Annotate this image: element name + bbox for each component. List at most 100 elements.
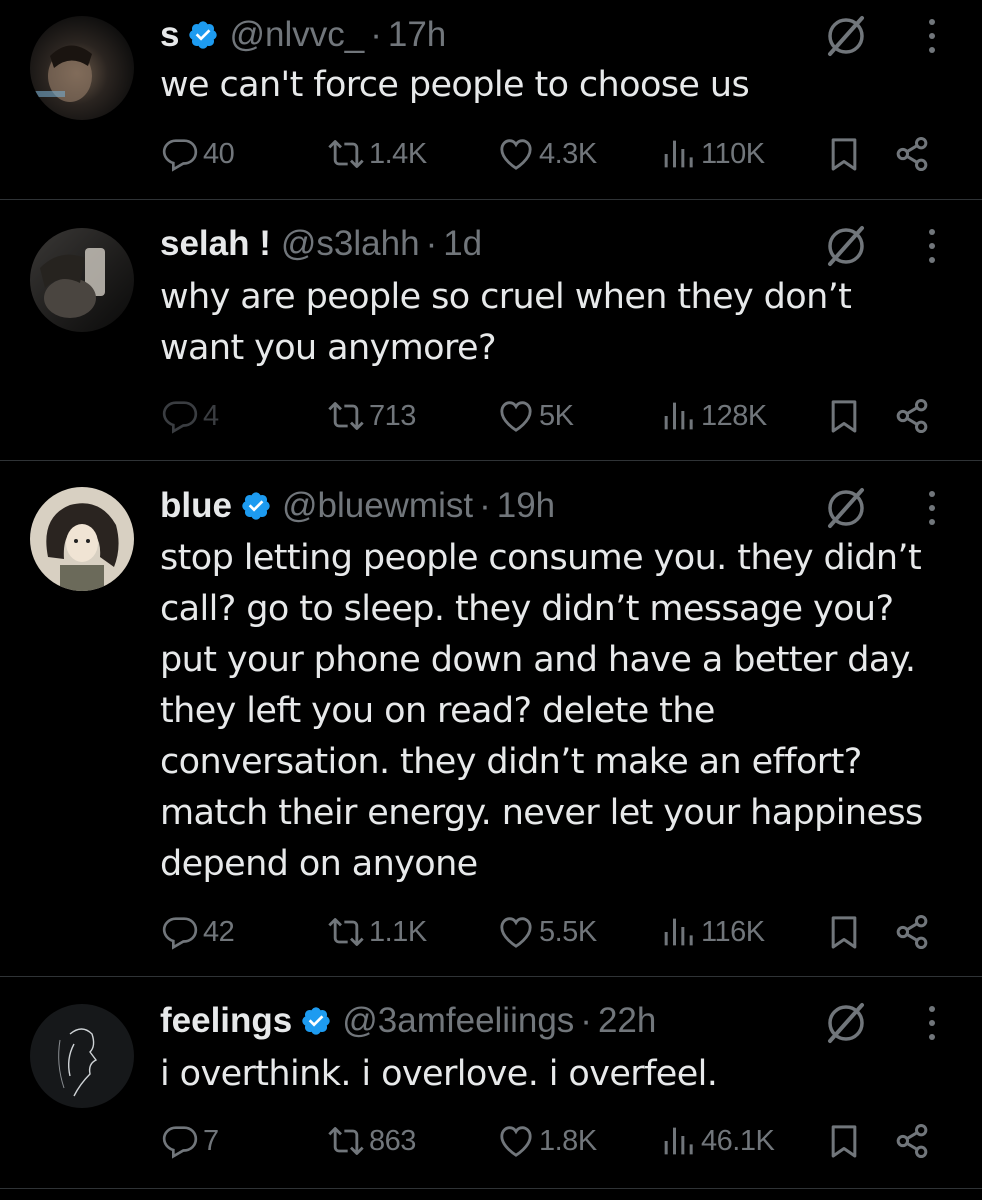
handle[interactable]: @s3lahh [281,224,420,264]
reply-button[interactable]: 4 [160,386,219,446]
share-icon[interactable] [892,912,932,952]
bookmark-icon[interactable] [824,912,864,952]
tweet-text-line: i overthink. i overlove. i overfeel. [160,1054,718,1094]
more-icon[interactable] [920,218,944,274]
tweet-text: we can't force people to choose us [160,60,950,111]
reply-icon [162,917,198,950]
tweet[interactable]: blue @bluewmist · 19h stop letting peopl… [0,461,982,977]
action-bar: 7 863 1.8K 46.1K [160,1111,950,1171]
views-icon [664,918,693,946]
like-count: 1.8K [539,1124,597,1157]
avatar[interactable] [30,487,134,591]
repost-button[interactable]: 863 [326,1111,416,1171]
display-name[interactable]: s [160,15,179,55]
reply-button[interactable]: 7 [160,1111,219,1171]
tweet[interactable]: selah ! @s3lahh · 1d why are people so c… [0,200,982,461]
tweet-text-line: put your phone down and have a better da… [160,640,916,680]
reply-button[interactable]: 40 [160,124,235,184]
like-icon [500,139,532,170]
timestamp[interactable]: 22h [598,1001,656,1041]
tweet-text-line: why are people so cruel when they don’t [160,277,852,317]
timestamp[interactable]: 19h [497,486,555,526]
handle[interactable]: @bluewmist [282,486,473,526]
repost-icon [328,140,364,168]
timestamp[interactable]: 1d [443,224,482,264]
bookmark-icon[interactable] [824,1121,864,1161]
like-icon [500,917,532,948]
repost-button[interactable]: 1.4K [326,124,427,184]
timestamp[interactable]: 17h [388,15,446,55]
share-icon[interactable] [892,1121,932,1161]
action-bar: 40 1.4K 4.3K 110K [160,124,950,184]
repost-count: 713 [369,399,416,432]
views-button[interactable]: 46.1K [658,1111,775,1171]
avatar[interactable] [30,1004,134,1108]
like-button[interactable]: 5K [496,386,574,446]
handle[interactable]: @3amfeeliings [342,1001,574,1041]
views-button[interactable]: 128K [658,386,767,446]
grok-icon[interactable] [818,480,874,536]
grok-icon[interactable] [818,995,874,1051]
reply-button[interactable]: 42 [160,902,235,962]
avatar[interactable] [30,228,134,332]
reply-count: 40 [203,137,235,170]
more-icon[interactable] [920,995,944,1051]
bookmark-icon[interactable] [824,396,864,436]
tweet-text-line: want you anymore? [160,328,497,368]
views-button[interactable]: 116K [658,902,765,962]
repost-count: 863 [369,1124,416,1157]
display-name[interactable]: selah ! [160,224,271,264]
repost-icon [328,402,364,430]
reply-count: 4 [203,399,219,432]
action-bar: 4 713 5K 128K [160,386,950,446]
grok-icon[interactable] [818,8,874,64]
action-bar: 42 1.1K 5.5K 116K [160,902,950,962]
repost-button[interactable]: 1.1K [326,902,427,962]
tweet-text-line: they left you on read? delete the [160,691,715,731]
like-count: 4.3K [539,137,597,170]
verified-badge-icon [300,1005,332,1037]
reply-icon [162,1126,198,1159]
tweet-text-line: match their energy. never let your happi… [160,793,923,833]
share-icon[interactable] [892,396,932,436]
views-button[interactable]: 110K [658,124,765,184]
views-count: 46.1K [701,1124,775,1157]
like-count: 5K [539,399,574,432]
display-name[interactable]: blue [160,486,232,526]
handle[interactable]: @nlvvc_ [229,15,364,55]
tweet[interactable]: s @nlvvc_ · 17h we can't force people to… [0,0,982,200]
grok-icon[interactable] [818,218,874,274]
like-button[interactable]: 1.8K [496,1111,597,1171]
tweet-text: why are people so cruel when they don’t … [160,272,950,374]
views-icon [664,1127,693,1155]
like-icon [500,1126,532,1157]
views-count: 110K [701,137,765,170]
reply-icon [162,139,198,172]
views-count: 116K [701,915,765,948]
reply-count: 7 [203,1124,219,1157]
tweet-text-line: stop letting people consume you. they di… [160,538,922,578]
tweet-text-line: call? go to sleep. they didn’t message y… [160,589,894,629]
tweet-header: s @nlvvc_ · 17h [160,5,446,65]
more-icon[interactable] [920,8,944,64]
verified-badge-icon [187,19,219,51]
repost-icon [328,1127,364,1155]
tweet-text-line: conversation. they didn’t make an effort… [160,742,862,782]
tweet-text: i overthink. i overlove. i overfeel. [160,1049,950,1100]
display-name[interactable]: feelings [160,1001,292,1041]
repost-count: 1.1K [369,915,427,948]
bookmark-icon[interactable] [824,134,864,174]
avatar[interactable] [30,16,134,120]
repost-button[interactable]: 713 [326,386,416,446]
tweet-text: stop letting people consume you. they di… [160,533,950,890]
verified-badge-icon [240,490,272,522]
separator: · [425,224,438,263]
tweet[interactable]: feelings @3amfeeliings · 22h i overthink… [0,977,982,1189]
tweet-header: feelings @3amfeeliings · 22h [160,991,656,1051]
like-button[interactable]: 4.3K [496,124,597,184]
views-icon [664,140,693,168]
share-icon[interactable] [892,134,932,174]
tweet-header: blue @bluewmist · 19h [160,476,555,536]
like-button[interactable]: 5.5K [496,902,597,962]
more-icon[interactable] [920,480,944,536]
